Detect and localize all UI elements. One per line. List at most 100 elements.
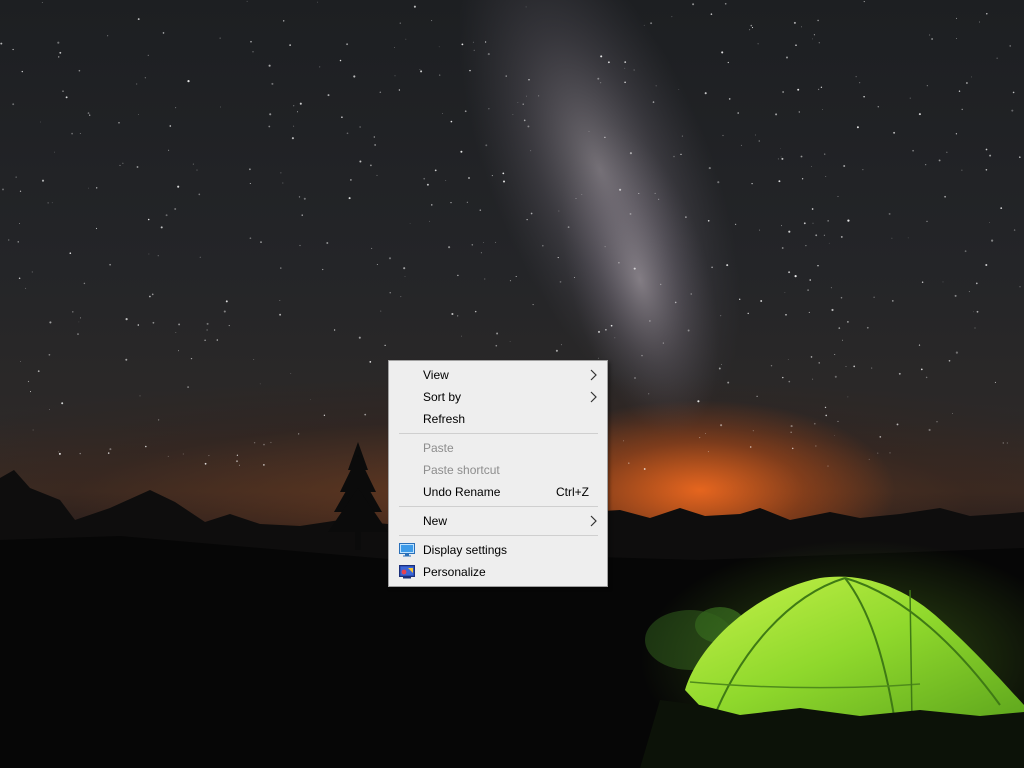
star <box>250 40 252 43</box>
star <box>353 75 356 78</box>
star <box>877 105 880 108</box>
star <box>469 69 471 72</box>
star <box>942 281 944 283</box>
star <box>818 42 820 44</box>
star <box>40 121 41 123</box>
star <box>946 151 948 153</box>
menu-item-paste-shortcut[interactable]: Paste shortcut <box>389 459 607 481</box>
star <box>223 310 226 313</box>
star <box>718 367 721 370</box>
star <box>891 300 894 302</box>
star <box>948 359 951 362</box>
star <box>650 22 653 25</box>
star <box>461 43 464 46</box>
menu-item-undo-rename[interactable]: Undo Rename Ctrl+Z <box>389 481 607 503</box>
star <box>263 464 265 466</box>
star <box>125 358 128 361</box>
star <box>1011 109 1014 112</box>
menu-item-display-settings[interactable]: Display settings <box>389 539 607 561</box>
star <box>1019 156 1021 158</box>
star <box>58 452 61 455</box>
star <box>192 163 194 165</box>
star <box>466 201 468 203</box>
star <box>413 5 416 8</box>
star <box>641 354 643 357</box>
star <box>502 172 505 175</box>
star <box>737 112 740 114</box>
star <box>79 133 81 134</box>
star <box>512 114 514 115</box>
star <box>62 90 64 93</box>
star <box>834 353 836 356</box>
star <box>863 1 865 3</box>
star <box>515 275 517 278</box>
star <box>607 61 610 64</box>
star <box>522 103 524 105</box>
star <box>961 108 963 111</box>
star <box>204 462 207 465</box>
star <box>280 172 282 174</box>
star <box>681 135 683 137</box>
star <box>820 86 823 88</box>
star <box>228 325 230 327</box>
menu-item-personalize[interactable]: Personalize <box>389 561 607 583</box>
star <box>471 244 474 246</box>
star <box>380 310 382 312</box>
star <box>780 148 781 150</box>
star <box>488 108 490 110</box>
star <box>317 1 318 3</box>
star <box>690 293 692 295</box>
star <box>988 222 990 223</box>
desktop[interactable]: View Sort by Refresh Paste Paste shortcu… <box>0 0 1024 768</box>
menu-item-paste-label: Paste <box>423 441 454 455</box>
star <box>450 120 453 123</box>
star <box>784 292 786 293</box>
star <box>749 446 752 448</box>
menu-item-paste[interactable]: Paste <box>389 437 607 459</box>
star <box>831 308 834 312</box>
star <box>1000 207 1003 209</box>
star <box>974 327 976 329</box>
menu-item-view[interactable]: View <box>389 364 607 386</box>
menu-item-refresh-label: Refresh <box>423 412 466 426</box>
star <box>811 166 812 167</box>
star <box>160 226 163 229</box>
star <box>376 174 378 176</box>
star <box>807 289 809 291</box>
star <box>527 125 530 128</box>
star <box>827 220 829 222</box>
star <box>958 90 961 92</box>
menu-item-new[interactable]: New <box>389 510 607 532</box>
star <box>405 38 407 40</box>
star <box>605 328 607 331</box>
star <box>196 169 198 171</box>
menu-item-refresh[interactable]: Refresh <box>389 408 607 430</box>
star <box>339 59 342 62</box>
star <box>364 413 367 416</box>
star <box>817 19 819 22</box>
star <box>403 267 406 270</box>
star <box>0 42 3 45</box>
star <box>293 125 295 127</box>
star <box>460 150 463 153</box>
star <box>58 56 60 58</box>
star <box>633 267 636 270</box>
star <box>759 229 761 231</box>
star <box>790 425 793 428</box>
star <box>842 339 843 341</box>
star <box>260 241 262 243</box>
star <box>965 82 968 84</box>
star <box>376 264 378 265</box>
menu-item-sort-by[interactable]: Sort by <box>389 386 607 408</box>
star <box>530 150 532 152</box>
star <box>717 181 720 184</box>
star <box>648 393 650 395</box>
star <box>249 168 251 171</box>
star <box>623 440 625 442</box>
star <box>567 226 570 228</box>
star <box>956 17 958 19</box>
star <box>178 323 181 326</box>
star <box>845 365 847 368</box>
star <box>346 43 349 46</box>
star <box>920 368 923 371</box>
